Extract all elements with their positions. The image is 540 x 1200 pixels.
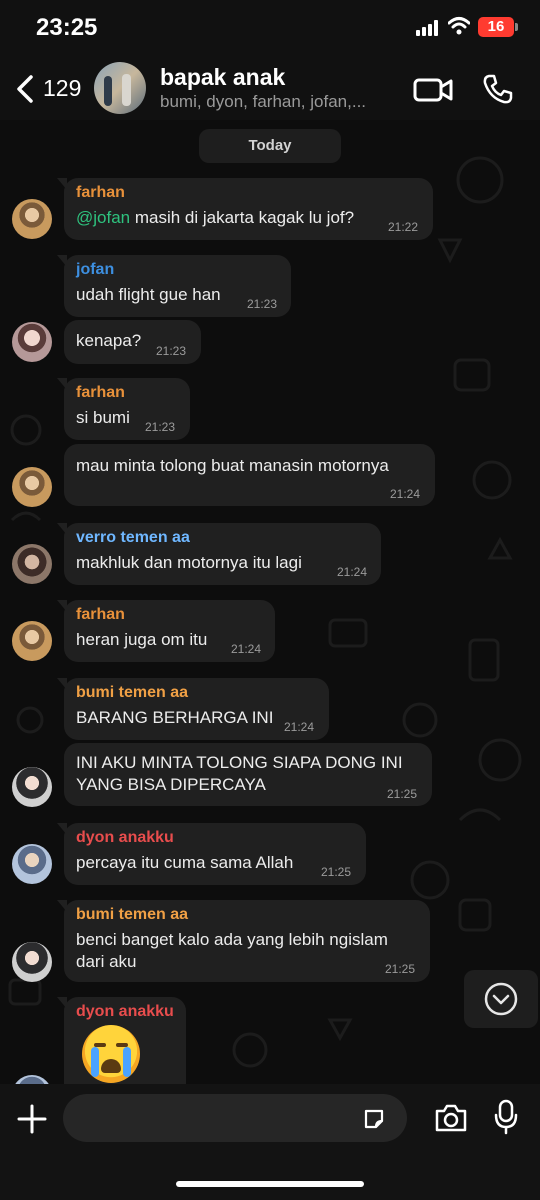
- message-bubble[interactable]: dyon anakku: [57, 997, 186, 1084]
- message-bubble[interactable]: farhan heran juga om itu 21:24: [57, 600, 275, 662]
- message-text: dari aku: [76, 952, 137, 971]
- sender-name[interactable]: jofan: [76, 261, 114, 279]
- input-bar: [0, 1084, 540, 1200]
- message-time: 21:24: [231, 642, 262, 656]
- message-bubble[interactable]: jofan udah flight gue han 21:23: [57, 255, 291, 317]
- signal-icon: [416, 20, 442, 36]
- message-time: 21:24: [337, 565, 368, 579]
- sender-avatar[interactable]: [12, 544, 52, 584]
- message-text: mau minta tolong buat manasin motornya: [76, 456, 389, 475]
- sender-name[interactable]: bumi temen aa: [76, 684, 188, 702]
- message-time: 21:23: [156, 344, 187, 358]
- message-text: INI AKU MINTA TOLONG SIAPA DONG INI: [76, 753, 403, 772]
- sticker-icon[interactable]: [362, 1107, 386, 1131]
- sender-avatar[interactable]: [12, 844, 52, 884]
- message-time: 21:25: [387, 787, 418, 801]
- sender-name[interactable]: farhan: [76, 384, 125, 402]
- scroll-to-bottom-button[interactable]: [464, 970, 538, 1028]
- message-time: 21:25: [385, 962, 416, 976]
- message-text: heran juga om itu: [76, 630, 208, 649]
- sender-avatar[interactable]: [12, 621, 52, 661]
- message-text: BARANG BERHARGA INI: [76, 708, 274, 727]
- message-bubble[interactable]: farhan si bumi 21:23: [57, 378, 190, 440]
- message-bubble[interactable]: kenapa? 21:23: [64, 320, 201, 364]
- message-bubble[interactable]: bumi temen aa benci banget kalo ada yang…: [57, 900, 430, 982]
- loudly-crying-face-icon: [82, 1025, 140, 1083]
- phone-icon[interactable]: [482, 73, 514, 105]
- sender-name[interactable]: farhan: [76, 184, 125, 202]
- camera-icon[interactable]: [434, 1103, 468, 1133]
- message-text: makhluk dan motornya itu lagi: [76, 553, 302, 572]
- message-input[interactable]: [63, 1094, 407, 1142]
- sender-name[interactable]: verro temen aa: [76, 529, 190, 547]
- message-bubble[interactable]: bumi temen aa BARANG BERHARGA INI 21:24: [57, 678, 329, 740]
- message-bubble[interactable]: farhan @jofan masih di jakarta kagak lu …: [57, 178, 433, 240]
- message-time: 21:23: [145, 420, 176, 434]
- mention[interactable]: @jofan: [76, 208, 130, 227]
- sender-name[interactable]: bumi temen aa: [76, 906, 188, 924]
- sender-avatar[interactable]: [12, 322, 52, 362]
- plus-icon[interactable]: [17, 1104, 47, 1134]
- message-text: kenapa?: [76, 331, 142, 350]
- message-text: udah flight gue han: [76, 285, 221, 304]
- message-text: benci banget kalo ada yang lebih ngislam: [76, 930, 388, 949]
- group-title[interactable]: bapak anak: [160, 64, 285, 91]
- message-time: 21:25: [321, 865, 352, 879]
- message-time: 21:24: [390, 487, 421, 501]
- message-bubble[interactable]: verro temen aa makhluk dan motornya itu …: [57, 523, 381, 585]
- group-avatar[interactable]: [94, 62, 146, 114]
- group-members[interactable]: bumi, dyon, farhan, jofan,...: [160, 92, 366, 112]
- message-time: 21:24: [284, 720, 315, 734]
- back-chevron-icon[interactable]: [14, 74, 36, 104]
- chat-header: 129 bapak anak bumi, dyon, farhan, jofan…: [0, 58, 540, 120]
- sender-name[interactable]: farhan: [76, 606, 125, 624]
- message-text: si bumi: [76, 408, 130, 427]
- date-separator: Today: [199, 129, 341, 163]
- message-bubble[interactable]: INI AKU MINTA TOLONG SIAPA DONG INI YANG…: [64, 743, 432, 806]
- home-indicator: [176, 1181, 364, 1187]
- message-bubble[interactable]: dyon anakku percaya itu cuma sama Allah …: [57, 823, 366, 885]
- sender-avatar[interactable]: [12, 767, 52, 807]
- message-time: 21:23: [247, 297, 278, 311]
- battery-icon: 16: [478, 17, 518, 37]
- sender-avatar[interactable]: [12, 467, 52, 507]
- status-bar: 23:25 16: [0, 0, 540, 58]
- status-time: 23:25: [36, 14, 98, 41]
- chat-area[interactable]: Today farhan @jofan masih di jakarta kag…: [0, 120, 540, 1084]
- message-time: 21:22: [388, 220, 419, 234]
- message-text: YANG BISA DIPERCAYA: [76, 775, 266, 794]
- sender-name[interactable]: dyon anakku: [76, 829, 174, 847]
- message-bubble[interactable]: mau minta tolong buat manasin motornya 2…: [64, 444, 435, 506]
- message-text: percaya itu cuma sama Allah: [76, 853, 294, 872]
- sender-avatar[interactable]: [12, 942, 52, 982]
- unread-count[interactable]: 129: [43, 75, 81, 102]
- video-call-icon[interactable]: [413, 76, 453, 104]
- wifi-icon: [448, 17, 470, 35]
- sender-name[interactable]: dyon anakku: [76, 1003, 174, 1021]
- sender-avatar[interactable]: [12, 199, 52, 239]
- message-text: @jofan masih di jakarta kagak lu jof?: [76, 208, 355, 227]
- microphone-icon[interactable]: [494, 1099, 518, 1135]
- chevron-down-icon: [484, 982, 518, 1016]
